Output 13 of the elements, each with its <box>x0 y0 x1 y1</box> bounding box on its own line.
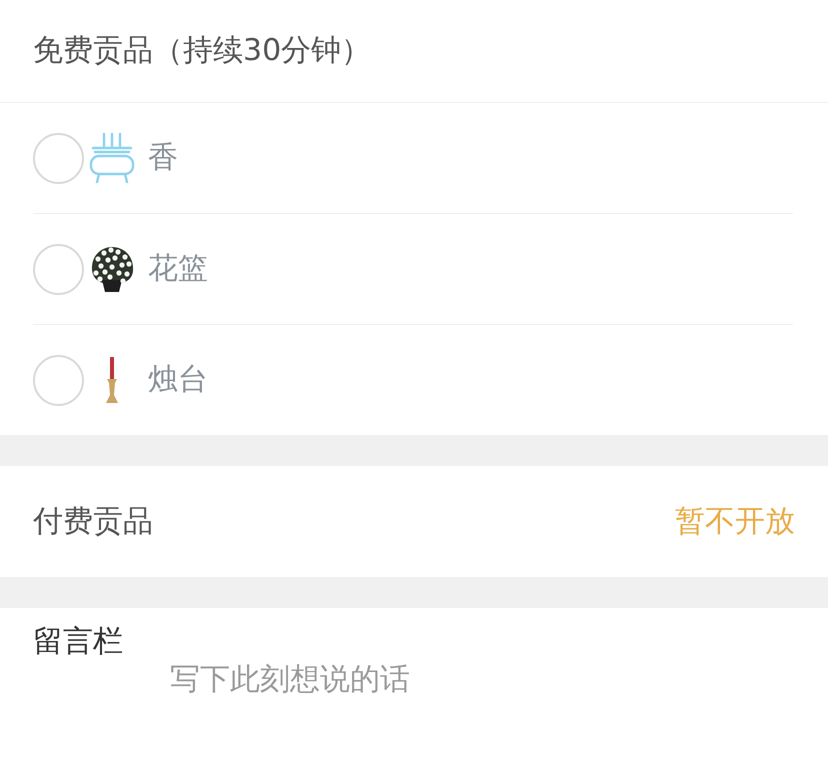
flower-basket-icon <box>89 244 135 294</box>
radio-button[interactable] <box>33 132 84 184</box>
section-title: 留言栏 <box>33 624 123 660</box>
radio-button[interactable] <box>33 354 84 406</box>
offering-label: 烛台 <box>148 362 208 398</box>
section-title: 免费贡品（持续30分钟） <box>33 33 372 69</box>
offering-label: 花篮 <box>148 251 208 287</box>
offering-label: 香 <box>148 140 178 176</box>
incense-burner-icon <box>89 132 135 184</box>
radio-button[interactable] <box>33 244 84 294</box>
status-text: 暂不开放 <box>675 504 795 540</box>
candle-icon <box>105 355 119 405</box>
section-title: 付费贡品 <box>33 504 153 540</box>
